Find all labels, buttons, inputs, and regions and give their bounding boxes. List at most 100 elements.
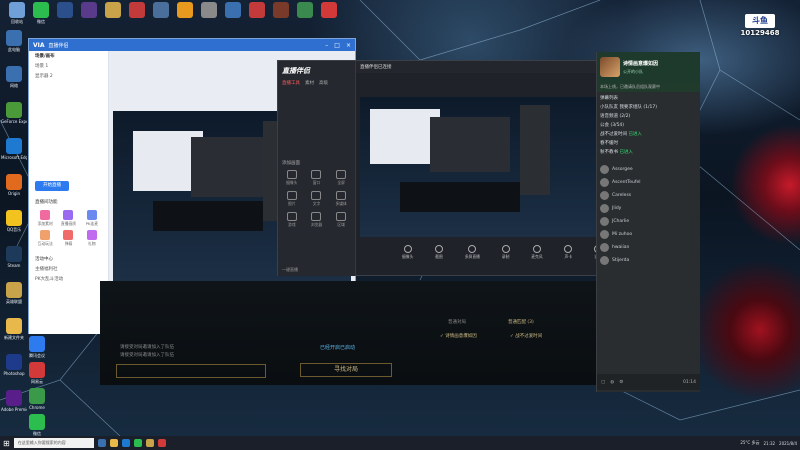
source-camera[interactable]: 摄像头 (282, 170, 302, 186)
source-region[interactable]: 区域 (331, 212, 351, 228)
member-item[interactable]: AscentTeufel (597, 176, 700, 189)
tool-item[interactable]: 礼物 (82, 230, 102, 247)
maximize-icon[interactable]: □ (334, 42, 340, 49)
member-item[interactable]: Careless (597, 189, 700, 202)
wechat-icon[interactable] (133, 439, 142, 447)
chat-item[interactable]: 小队队友 我要求组队 (1/17) (600, 103, 697, 112)
member-item[interactable]: Mi zuhoo (597, 228, 700, 241)
member-item[interactable]: hwaiian (597, 241, 700, 254)
toolbar-mic[interactable]: 麦克风 (531, 245, 543, 260)
toolbar-camera[interactable]: 摄像头 (402, 245, 413, 260)
activity-item[interactable]: 主播福利社 (29, 264, 108, 274)
game-icon[interactable] (52, 2, 78, 19)
member-item[interactable]: JCharlie (597, 215, 700, 228)
wechat-icon[interactable]: 微信 (28, 2, 54, 24)
one-click-live[interactable]: 一键直播 (282, 267, 298, 273)
desktop-shortcut[interactable]: QQ音乐 (1, 210, 27, 232)
find-match-button[interactable]: 寻找对局 (300, 363, 392, 377)
start-live-button[interactable]: 开始直播 (35, 181, 69, 191)
chat-item[interactable]: 秋不教书 已进入 (600, 148, 697, 157)
file-explorer-icon[interactable] (109, 439, 118, 447)
toolbar-soundcard[interactable]: 声卡 (564, 245, 573, 260)
lobby-player: ✓ 诗情画意爆如因 (440, 334, 477, 339)
app-icon[interactable] (244, 2, 270, 19)
tool-item[interactable]: 互动玩法 (35, 230, 55, 247)
app-icon[interactable] (124, 2, 150, 19)
tools-title: 直播间功能 (35, 200, 58, 205)
source-image[interactable]: 图片 (282, 191, 302, 207)
scene-item[interactable]: 显示器 2 (29, 71, 108, 81)
source-media[interactable]: 多媒体 (331, 191, 351, 207)
desktop-shortcut[interactable]: 腾讯会议 (24, 336, 50, 358)
scene-header: 场景/画布 (35, 54, 55, 59)
tool-item[interactable]: 弹幕 (58, 230, 78, 247)
recycle-bin-icon[interactable]: 回收站 (4, 2, 30, 24)
app-icon[interactable] (316, 2, 342, 19)
desktop-shortcut[interactable]: 微信 (24, 414, 50, 436)
tab-assets[interactable]: 素材 (305, 80, 314, 86)
app-icon[interactable] (172, 2, 198, 19)
desktop-shortcut[interactable]: Origin (1, 174, 27, 196)
chat-item[interactable]: 弹幕列表 (600, 94, 697, 103)
app-icon[interactable] (268, 2, 294, 19)
app-icon[interactable] (196, 2, 222, 19)
league-icon[interactable] (145, 439, 154, 447)
toolbar-record[interactable]: 录制 (501, 245, 510, 260)
chat-item[interactable]: 公会 (3/54) (600, 121, 697, 130)
desktop-shortcut[interactable]: 英雄联盟 (1, 282, 27, 304)
source-fullscreen[interactable]: 全屏 (331, 170, 351, 186)
desktop-shortcut[interactable]: 网络 (1, 66, 27, 88)
tool-item[interactable]: 直播画质 (58, 210, 78, 227)
activity-item[interactable]: PK大乱斗活动 (29, 274, 108, 284)
source-text[interactable]: 文字 (307, 191, 327, 207)
mic-icon[interactable]: ◍ (610, 380, 614, 385)
minimize-icon[interactable]: – (325, 42, 328, 49)
tool-item[interactable]: PK连麦 (82, 210, 102, 227)
app-icon[interactable] (100, 2, 126, 19)
chat-panel: 诗情画意爆如因 公开的小队 本场上线，已邀请队员组队观赛中 弹幕列表 小队队友 … (596, 52, 700, 392)
member-item[interactable]: Jlidy (597, 202, 700, 215)
app-icon[interactable] (76, 2, 102, 19)
avatar[interactable] (600, 57, 620, 77)
source-game[interactable]: 游戏 (282, 212, 302, 228)
scene-item[interactable]: 场景 1 (29, 61, 108, 71)
rank-select[interactable]: 普通匹配 (3) (508, 319, 534, 325)
desktop-shortcut[interactable]: Chrome (24, 388, 50, 410)
taskbar-search-input[interactable]: 在这里输入你要搜索的内容 (13, 438, 94, 448)
message-icon[interactable]: ▢ (601, 380, 605, 385)
companion-title: 直播伴侣 (48, 42, 69, 49)
edge-icon[interactable] (121, 439, 130, 447)
tab-advanced[interactable]: 高级 (319, 80, 328, 86)
app-icon[interactable] (148, 2, 174, 19)
timer: 01:14 (683, 379, 696, 385)
member-item[interactable]: Assorgee (597, 163, 700, 176)
source-window[interactable]: 窗口 (307, 170, 327, 186)
source-browser[interactable]: 浏览器 (307, 212, 327, 228)
weather-text: 25°C 多云 (740, 440, 760, 445)
toolbar-screenshot[interactable]: 截图 (435, 245, 444, 260)
app-icon[interactable] (292, 2, 318, 19)
toolbar-multiscreen[interactable]: 多屏直播 (465, 245, 480, 260)
close-icon[interactable]: × (346, 42, 351, 49)
app-icon[interactable] (220, 2, 246, 19)
chat-item[interactable]: 语音频道 (2/2) (600, 112, 697, 121)
chat-list: 弹幕列表 小队队友 我要求组队 (1/17) 语音频道 (2/2) 公会 (3/… (597, 92, 700, 159)
taskview-icon[interactable] (97, 439, 106, 447)
chat-item[interactable]: 春不缓时 (600, 139, 697, 148)
douyu-logo: 斗鱼 (745, 14, 775, 28)
tab-tools[interactable]: 直播工具 (282, 80, 300, 86)
windows-start-icon[interactable]: ⊞ (3, 439, 10, 448)
chat-item[interactable]: 战不过爱时间 已进入 (600, 130, 697, 139)
desktop-shortcut[interactable]: 网易云 (24, 362, 50, 384)
desktop-shortcut[interactable]: Steam (1, 246, 27, 268)
chat-input-box[interactable] (116, 364, 266, 378)
settings-icon[interactable]: ⚙ (619, 380, 623, 385)
lobby-link[interactable]: 已经开启已启动 (320, 344, 355, 351)
desktop-shortcut[interactable]: Microsoft Edge (1, 138, 27, 160)
app-icon[interactable] (157, 439, 166, 447)
tools-grid: 添加素材 直播画质 PK连麦 互动玩法 弹幕 礼物 (29, 207, 108, 250)
desktop-shortcut[interactable]: 此电脑 (1, 30, 27, 52)
member-item[interactable]: Stijerda (597, 254, 700, 267)
desktop-shortcut[interactable]: GeForce Experience (1, 102, 27, 124)
tool-item[interactable]: 添加素材 (35, 210, 55, 227)
